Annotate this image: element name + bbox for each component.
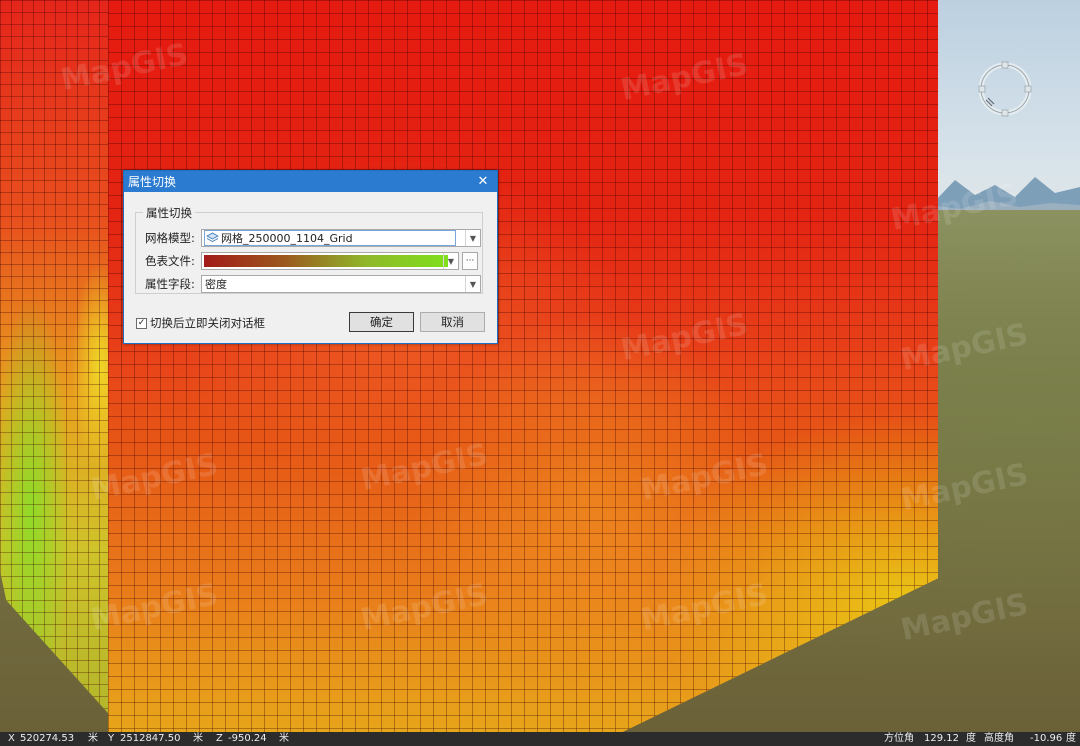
close-icon[interactable]: ✕ [475, 174, 491, 190]
color-table-label: 色表文件: [145, 254, 195, 268]
compass-navigation-icon[interactable] [976, 60, 1034, 118]
x-coordinate: 520274.53 [20, 733, 75, 744]
z-coordinate: -950.24 [228, 733, 267, 744]
close-after-switch-option[interactable]: ✓ 切换后立即关闭对话框 [136, 315, 265, 331]
z-unit: 米 [279, 733, 289, 744]
grid-model-row: 网格模型: 网格_250000_1104_Grid ▼ [145, 229, 481, 247]
3d-scene-viewport[interactable]: MapGIS MapGIS MapGIS MapGIS MapGIS MapGI… [0, 0, 1080, 732]
close-after-switch-label[interactable]: 切换后立即关闭对话框 [150, 315, 265, 331]
y-unit: 米 [193, 733, 203, 744]
color-table-select[interactable]: ▼ [201, 252, 459, 270]
grid-model-selected: 网格_250000_1104_Grid [204, 230, 456, 246]
azimuth-value: 129.12 [924, 733, 959, 744]
close-after-switch-checkbox[interactable]: ✓ [136, 317, 147, 329]
z-prefix: Z [216, 733, 223, 744]
attribute-switch-dialog: 属性切换 ✕ 属性切换 网格模型: 网格_250000_1104_Grid ▼ … [123, 170, 498, 344]
grid-model-value: 网格_250000_1104_Grid [221, 232, 353, 245]
color-ramp-preview [204, 255, 448, 267]
x-prefix: X [8, 733, 15, 744]
layers-icon [206, 232, 219, 242]
azimuth-label: 方位角 [884, 733, 914, 744]
status-bar: X 520274.53 米 Y 2512847.50 米 Z -950.24 米… [0, 732, 1080, 746]
y-coordinate: 2512847.50 [120, 733, 181, 744]
y-prefix: Y [108, 733, 115, 744]
azimuth-unit: 度 [966, 733, 976, 744]
elevation-label: 高度角 [984, 733, 1014, 744]
attribute-field-select[interactable]: 密度 ▼ [201, 275, 481, 293]
x-unit: 米 [88, 733, 98, 744]
dialog-titlebar[interactable]: 属性切换 ✕ [124, 171, 497, 192]
browse-color-table-button[interactable]: ··· [462, 252, 478, 270]
chevron-down-icon[interactable]: ▼ [465, 276, 480, 292]
chevron-down-icon[interactable]: ▼ [465, 230, 480, 246]
attribute-field-value: 密度 [205, 278, 227, 291]
group-label: 属性切换 [143, 205, 195, 221]
grid-cube-front-face [108, 0, 938, 732]
color-table-row: 色表文件: ▼ ··· [145, 252, 478, 270]
grid-model-select[interactable]: 网格_250000_1104_Grid ▼ [201, 229, 481, 247]
attribute-field-label: 属性字段: [145, 277, 195, 291]
chevron-down-icon[interactable]: ▼ [443, 253, 458, 269]
attribute-field-row: 属性字段: 密度 ▼ [145, 275, 481, 293]
elevation-unit: 度 [1066, 733, 1076, 744]
ok-button[interactable]: 确定 [349, 312, 414, 332]
grid-model-label: 网格模型: [145, 231, 195, 245]
cancel-button[interactable]: 取消 [420, 312, 485, 332]
elevation-value: -10.96 [1030, 733, 1063, 744]
dialog-title: 属性切换 [128, 175, 177, 189]
